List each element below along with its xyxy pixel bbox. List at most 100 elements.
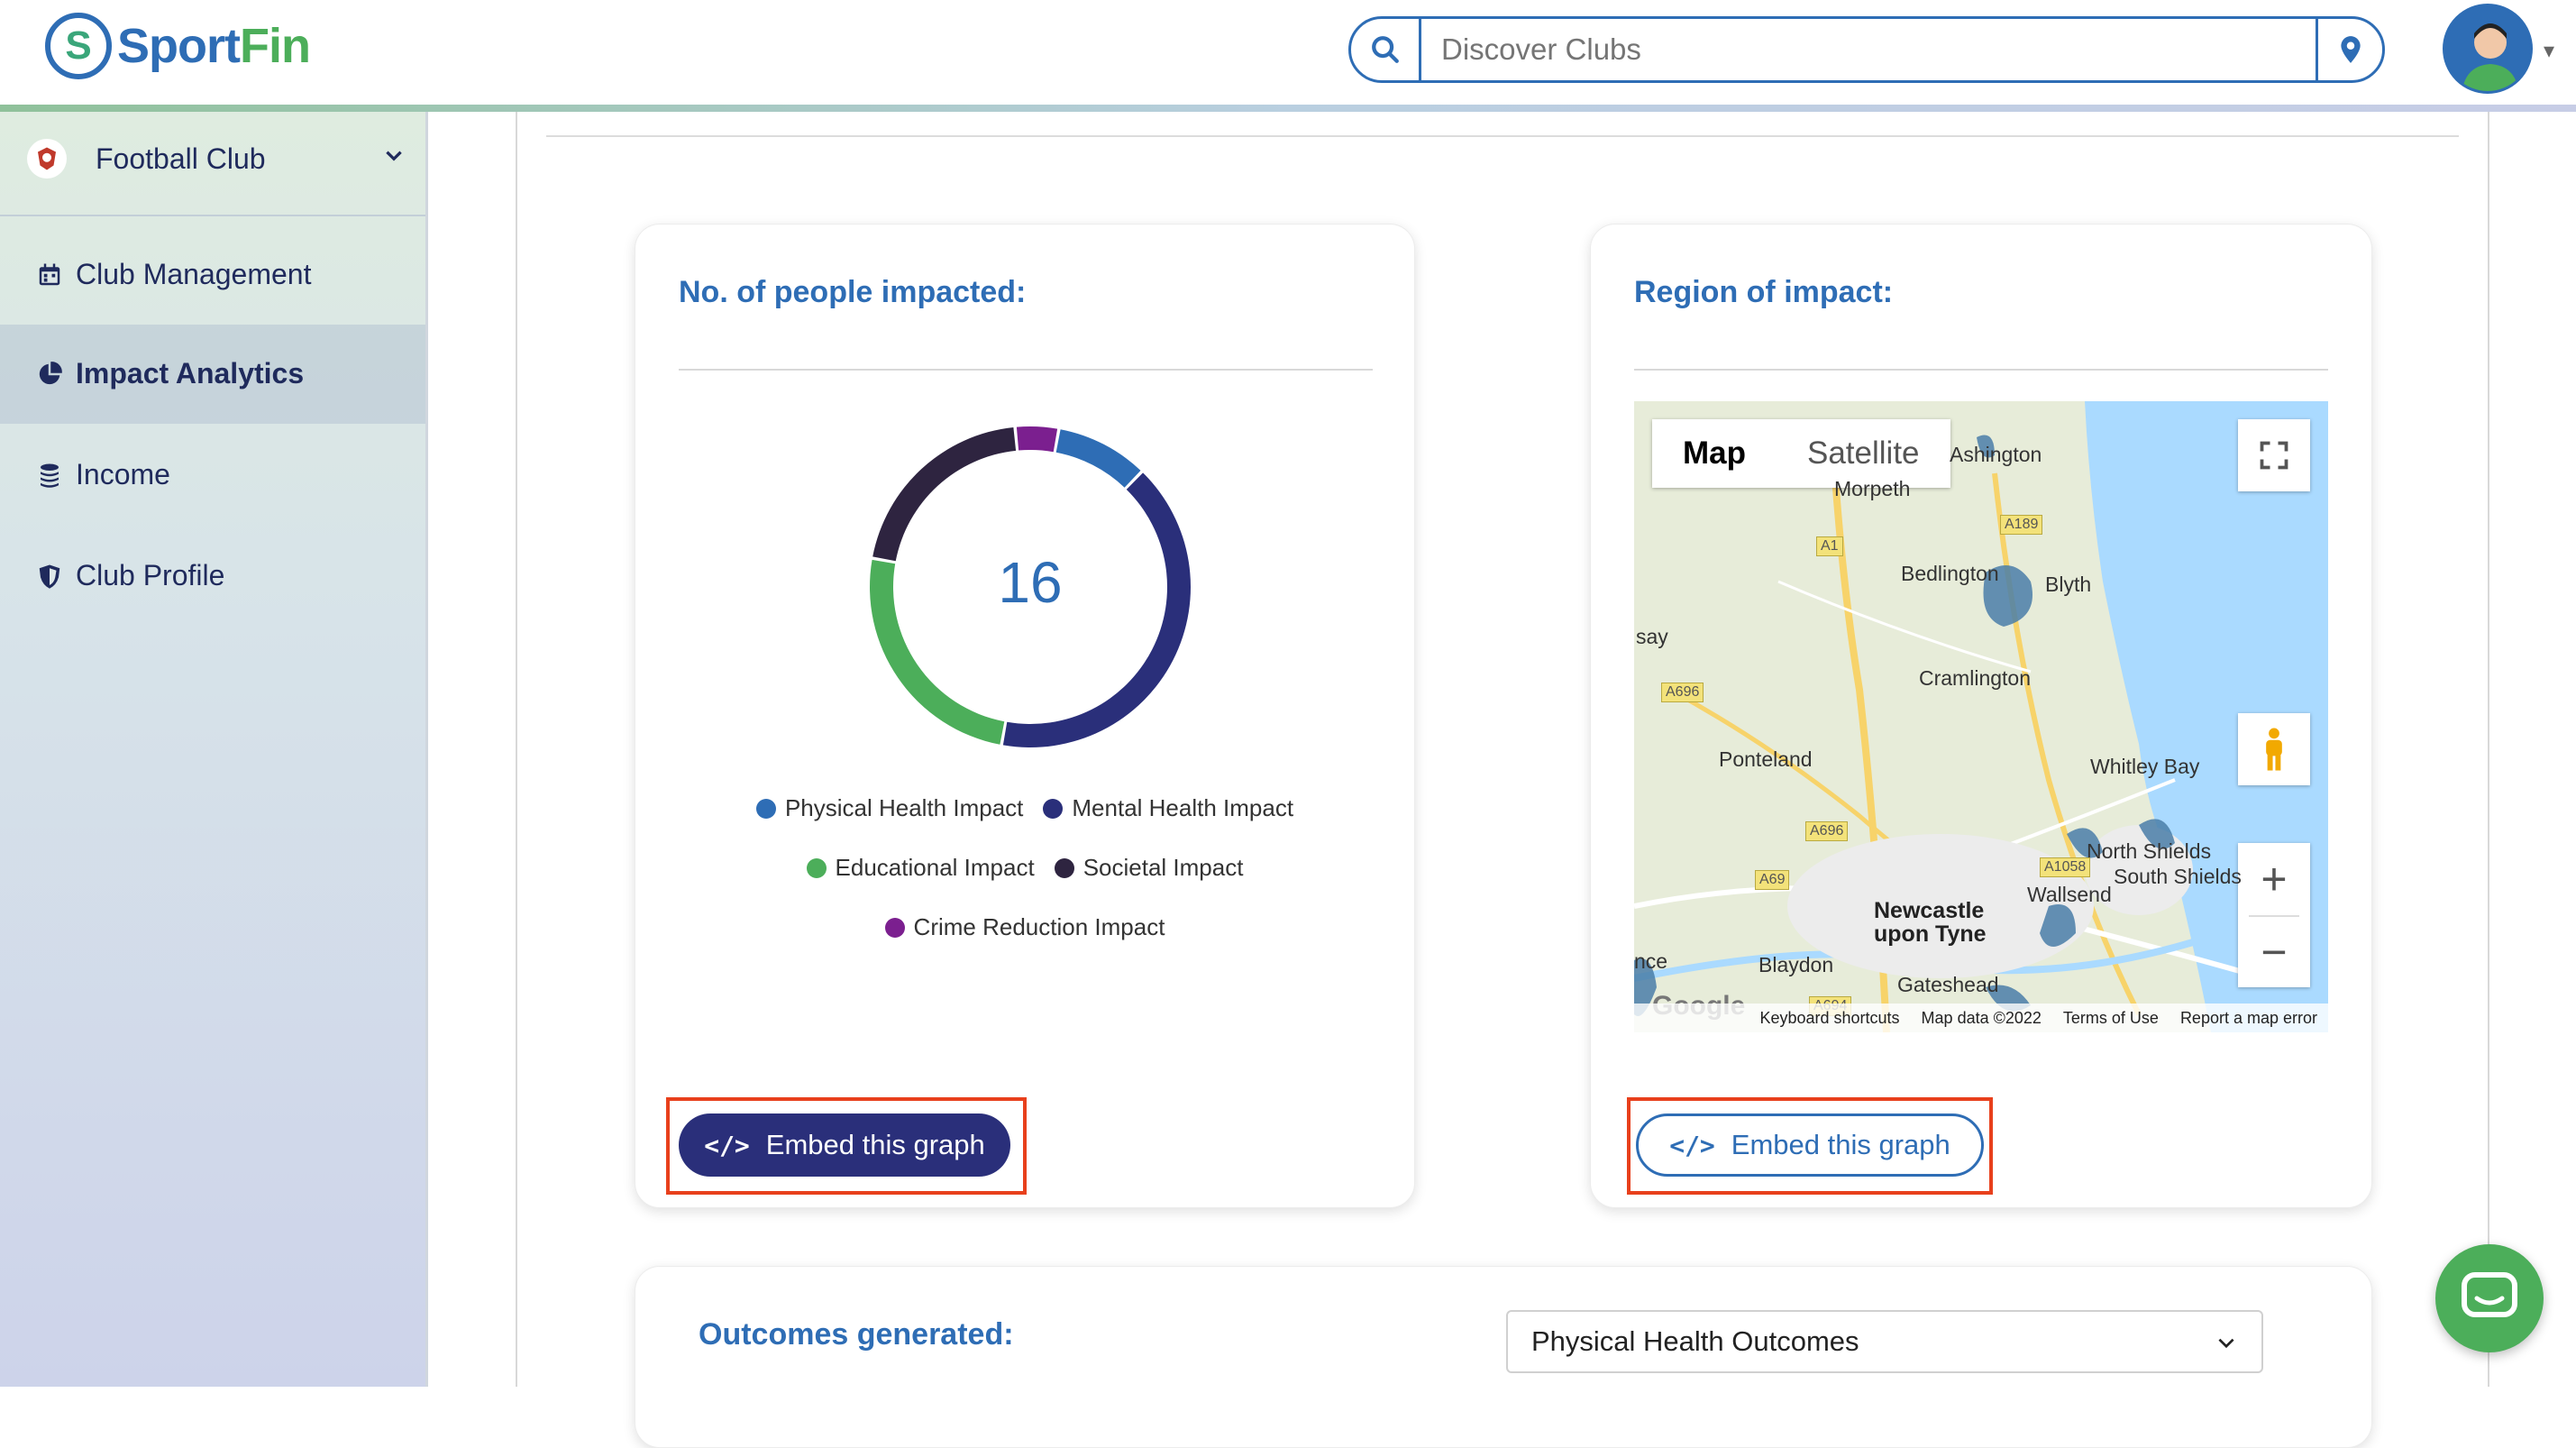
card-divider (1634, 369, 2328, 371)
map-label: Ponteland (1719, 747, 1813, 771)
legend-label: Societal Impact (1082, 854, 1244, 881)
legend-item[interactable]: Physical Health Impact (755, 794, 1024, 822)
terms-of-use-link[interactable]: Terms of Use (2063, 1009, 2159, 1028)
location-pin-icon[interactable] (2316, 19, 2382, 80)
legend-row: Educational Impact Societal Impact (635, 854, 1414, 882)
legend-label: Educational Impact (835, 854, 1035, 881)
brand-name: SportFin (117, 19, 311, 73)
legend-swatch (806, 857, 827, 878)
map-label: Whitley Bay (2090, 755, 2200, 778)
legend-item[interactable]: Mental Health Impact (1043, 794, 1293, 822)
legend-label: Physical Health Impact (784, 794, 1024, 821)
code-icon: </> (704, 1130, 750, 1160)
sidebar: Football Club Club Management Impact Ana… (0, 112, 428, 1387)
zoom-out-icon[interactable]: − (2261, 917, 2287, 987)
sidebar-item-club-profile[interactable]: Club Profile (0, 527, 425, 626)
pie-chart-icon (39, 362, 62, 385)
street-view-pegman-icon[interactable] (2238, 713, 2310, 785)
fullscreen-icon[interactable] (2238, 419, 2310, 491)
road-tag: A189 (2000, 515, 2043, 535)
legend-row: Crime Reduction Impact (635, 913, 1414, 941)
embed-graph-button[interactable]: </> Embed this graph (1636, 1113, 1984, 1177)
people-impacted-card: No. of people impacted: 16 Physical Heal… (635, 224, 1415, 1208)
road-tag: A696 (1661, 683, 1704, 702)
road-tag: A1 (1816, 536, 1843, 556)
sidebar-item-label: Impact Analytics (76, 357, 305, 389)
card-title: No. of people impacted: (679, 275, 1027, 309)
club-badge-icon (27, 139, 67, 179)
search-input[interactable] (1421, 18, 2316, 81)
card-title: Region of impact: (1634, 275, 1894, 309)
legend-item[interactable]: Educational Impact (806, 854, 1035, 882)
header-divider (0, 105, 2576, 112)
road-tag: A696 (1805, 821, 1849, 841)
shield-icon (39, 564, 60, 589)
embed-label: Embed this graph (1731, 1129, 1950, 1160)
map-label: Gateshead (1897, 973, 1999, 996)
coins-icon (41, 463, 59, 488)
club-name: Football Club (96, 142, 266, 175)
legend-swatch (755, 798, 776, 819)
sidebar-item-label: Club Profile (76, 559, 225, 591)
keyboard-shortcuts-link[interactable]: Keyboard shortcuts (1759, 1009, 1899, 1028)
legend-swatch (1054, 857, 1074, 878)
road-tag: A1058 (2040, 857, 2091, 877)
map-data-attribution: Map data ©2022 (1921, 1008, 2042, 1027)
road-tag: A69 (1755, 870, 1790, 890)
zoom-controls: + − (2238, 843, 2310, 987)
outcomes-card: Outcomes generated: Physical Health Outc… (635, 1266, 2372, 1448)
map-label: Blyth (2045, 573, 2092, 596)
chevron-down-icon[interactable] (382, 144, 406, 172)
search-icon[interactable] (1351, 19, 1421, 80)
legend-item[interactable]: Crime Reduction Impact (884, 913, 1165, 941)
map-toggle-button[interactable]: Map (1652, 419, 1777, 488)
club-selector[interactable]: Football Club (0, 112, 425, 216)
sidebar-item-impact-analytics[interactable]: Impact Analytics (0, 325, 425, 424)
embed-label: Embed this graph (765, 1129, 985, 1160)
donut-total: 16 (998, 550, 1063, 615)
map-label: Cramlington (1919, 666, 2031, 690)
map-city-label: Newcastle upon Tyne (1874, 898, 1987, 947)
map-label: North Shields (2087, 839, 2212, 863)
donut-slice-societal-impact[interactable] (872, 426, 1017, 562)
sidebar-item-label: Income (76, 458, 170, 490)
user-avatar[interactable] (2443, 4, 2533, 94)
divider (546, 135, 2459, 137)
map-label: Ashington (1950, 443, 2042, 466)
map-label: Morpeth (1834, 477, 1911, 500)
chevron-down-icon (2218, 1338, 2234, 1349)
chat-icon (2462, 1272, 2517, 1317)
map-label: nce (1634, 949, 1668, 973)
code-icon: </> (1669, 1130, 1715, 1160)
dropdown-selected-value: Physical Health Outcomes (1531, 1325, 1859, 1357)
sportfin-logo-icon: S (45, 13, 112, 79)
search-bar (1348, 16, 2385, 83)
legend-label: Crime Reduction Impact (913, 913, 1165, 940)
card-divider (679, 369, 1373, 371)
legend-item[interactable]: Societal Impact (1054, 854, 1244, 882)
map-label: South Shields (2114, 865, 2242, 888)
calendar-icon (39, 263, 60, 286)
chevron-down-icon[interactable]: ▾ (2544, 38, 2554, 64)
card-title: Outcomes generated: (699, 1317, 1014, 1352)
chat-support-button[interactable] (2435, 1244, 2544, 1352)
donut-slice-crime-reduction-impact[interactable] (1016, 426, 1058, 453)
map-label: Wallsend (2027, 883, 2112, 906)
report-map-error-link[interactable]: Report a map error (2180, 1009, 2317, 1028)
map-label: say (1636, 625, 1668, 648)
zoom-in-icon[interactable]: + (2261, 843, 2287, 915)
map-label: Bedlington (1901, 562, 1999, 585)
top-header: S SportFin ▾ (0, 0, 2576, 105)
map-label: Blaydon (1758, 953, 1834, 976)
donut-slice-physical-health-impact[interactable] (1055, 429, 1141, 488)
region-impact-card: Region of impact: Map Satellite + − Ashi… (1590, 224, 2372, 1208)
embed-graph-button[interactable]: </> Embed this graph (679, 1113, 1010, 1177)
legend-row: Physical Health Impact Mental Health Impa… (635, 794, 1414, 822)
region-map[interactable]: Map Satellite + − Ashington Morpeth Bedl… (1634, 401, 2328, 1032)
legend-swatch (884, 917, 905, 938)
sportfin-logo[interactable]: S SportFin (45, 13, 311, 79)
sidebar-item-label: Club Management (76, 258, 312, 290)
sidebar-item-club-management[interactable]: Club Management (0, 225, 425, 325)
sidebar-item-income[interactable]: Income (0, 426, 425, 525)
outcomes-dropdown[interactable]: Physical Health Outcomes (1506, 1310, 2263, 1373)
